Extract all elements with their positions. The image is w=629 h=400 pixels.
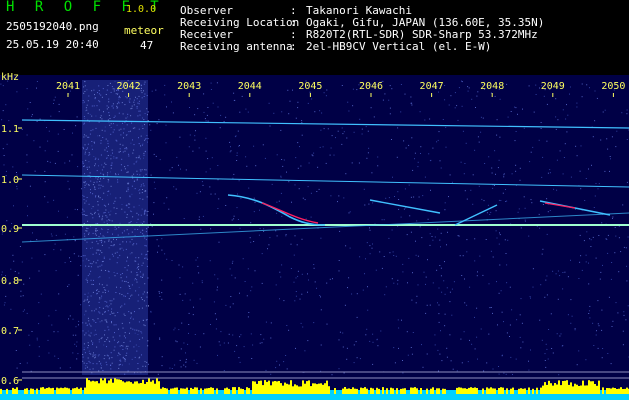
app-version: 1.0.0	[126, 4, 157, 15]
time-tick-label: 2045	[298, 81, 322, 92]
freq-tick-label: 1.0	[1, 175, 19, 186]
freq-tick-label: 0.9	[1, 224, 19, 235]
info-antenna-key: Receiving antenna	[180, 40, 293, 53]
freq-tick-label: 0.6	[1, 376, 19, 387]
file-name: 2505192040.png	[6, 20, 99, 33]
freq-unit-label: kHz	[1, 72, 20, 83]
time-tick-label: 2050	[601, 81, 625, 92]
info-separator: :	[290, 40, 297, 53]
freq-tick-label: 0.8	[1, 276, 19, 287]
time-tick-label: 2042	[117, 81, 141, 92]
noise-band	[82, 80, 148, 375]
date-time: 25.05.19 20:40	[6, 38, 99, 51]
header-panel: H R O F F T 1.0.0 2505192040.png 25.05.1…	[0, 0, 629, 75]
info-antenna-value: 2el-HB9CV Vertical (el. E-W)	[306, 40, 492, 53]
meteor-count: 47	[140, 39, 154, 52]
time-tick-label: 2049	[541, 81, 565, 92]
freq-tick-label: 0.7	[1, 326, 19, 337]
spectrogram: 2041 2042 2043 2044 2045 2046 2047 2048 2049 2050…	[0, 75, 629, 400]
time-tick-label: 2044	[238, 81, 262, 92]
time-tick-label: 2043	[177, 81, 201, 92]
time-tick-label: 2047	[420, 81, 444, 92]
freq-tick-label: 1.1	[1, 124, 19, 135]
time-tick-label: 2048	[480, 81, 504, 92]
time-tick-label: 2041	[56, 81, 80, 92]
meteor-label: meteor	[124, 24, 164, 37]
time-tick-label: 2046	[359, 81, 383, 92]
